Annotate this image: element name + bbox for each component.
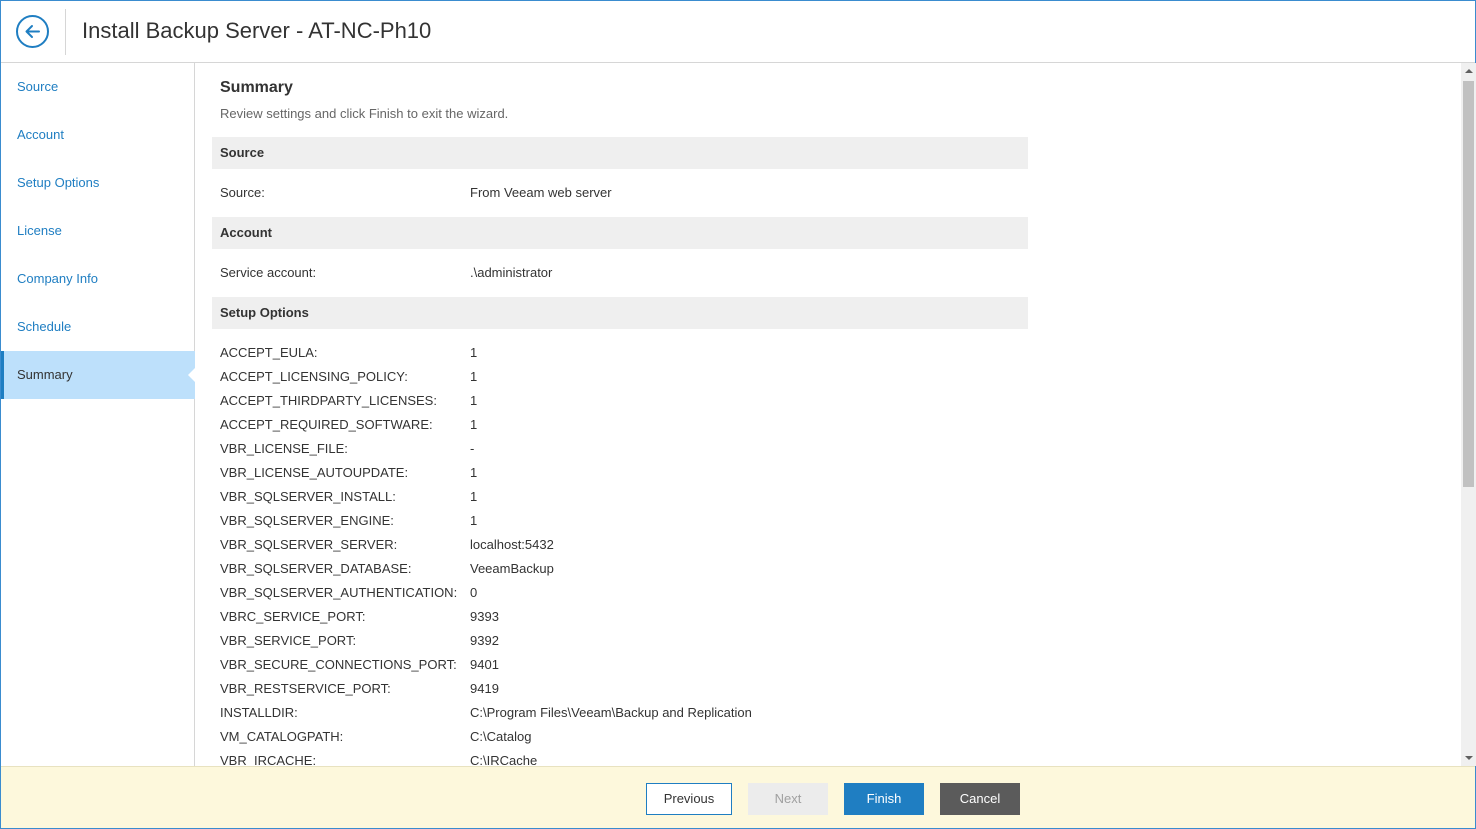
row-value: .\administrator — [470, 265, 553, 280]
wizard-footer: Previous Next Finish Cancel — [1, 766, 1475, 828]
step-setup-options[interactable]: Setup Options — [1, 159, 195, 207]
summary-row: VBR_SQLSERVER_SERVER: localhost:5432 — [220, 533, 1020, 557]
summary-row: VBR_IRCACHE: C:\IRCache — [220, 749, 1020, 766]
summary-content: Summary Review settings and click Finish… — [196, 63, 1461, 766]
header-divider — [65, 9, 66, 55]
row-key: Service account: — [220, 265, 317, 280]
step-schedule[interactable]: Schedule — [1, 303, 195, 351]
row-key: VBR_LICENSE_FILE: — [220, 441, 348, 456]
back-button[interactable] — [16, 15, 49, 48]
row-value: 1 — [470, 513, 478, 528]
summary-row: VBR_SQLSERVER_INSTALL: 1 — [220, 485, 1020, 509]
summary-row: ACCEPT_REQUIRED_SOFTWARE: 1 — [220, 413, 1020, 437]
row-key: VBR_SQLSERVER_AUTHENTICATION: — [220, 585, 458, 600]
summary-row: VM_CATALOGPATH: C:\Catalog — [220, 725, 1020, 749]
row-key: VBR_IRCACHE: — [220, 753, 317, 766]
row-key: ACCEPT_REQUIRED_SOFTWARE: — [220, 417, 433, 432]
summary-row: Service account: .\administrator — [220, 261, 1020, 285]
row-key: VBR_SQLSERVER_DATABASE: — [220, 561, 412, 576]
row-value: 1 — [470, 393, 478, 408]
wizard-steps-sidebar: Source Account Setup Options License Com… — [1, 63, 196, 766]
scroll-down-arrow-icon[interactable] — [1461, 749, 1476, 766]
row-value: 1 — [470, 489, 478, 504]
section-header-account: Account — [212, 217, 1028, 249]
row-key: INSTALLDIR: — [220, 705, 298, 720]
row-key: VBR_SQLSERVER_INSTALL: — [220, 489, 396, 504]
row-value: 1 — [470, 417, 478, 432]
row-value: C:\Program Files\Veeam\Backup and Replic… — [470, 705, 752, 720]
finish-button[interactable]: Finish — [844, 783, 924, 815]
row-key: ACCEPT_LICENSING_POLICY: — [220, 369, 408, 384]
row-key: VBR_RESTSERVICE_PORT: — [220, 681, 391, 696]
row-value: - — [470, 441, 475, 456]
active-step-notch — [188, 367, 196, 383]
row-key: ACCEPT_EULA: — [220, 345, 318, 360]
summary-row: INSTALLDIR: C:\Program Files\Veeam\Backu… — [220, 701, 1020, 725]
summary-row: VBR_LICENSE_AUTOUPDATE: 1 — [220, 461, 1020, 485]
row-value: From Veeam web server — [470, 185, 612, 200]
row-value: C:\IRCache — [470, 753, 538, 766]
summary-row: ACCEPT_EULA: 1 — [220, 341, 1020, 365]
section-header-source: Source — [212, 137, 1028, 169]
page-title: Install Backup Server - AT-NC-Ph10 — [82, 18, 432, 43]
row-value: 0 — [470, 585, 478, 600]
arrow-left-icon — [25, 25, 40, 38]
summary-row: VBRC_SERVICE_PORT: 9393 — [220, 605, 1020, 629]
scrollbar-thumb[interactable] — [1463, 81, 1474, 487]
row-value: 1 — [470, 345, 478, 360]
step-summary[interactable]: Summary — [1, 351, 196, 399]
row-key: VBR_SQLSERVER_ENGINE: — [220, 513, 394, 528]
wizard-window: Install Backup Server - AT-NC-Ph10 Sourc… — [0, 0, 1476, 829]
summary-row: VBR_SERVICE_PORT: 9392 — [220, 629, 1020, 653]
summary-row: VBR_SQLSERVER_AUTHENTICATION: 0 — [220, 581, 1020, 605]
row-key: VM_CATALOGPATH: — [220, 729, 344, 744]
row-key: VBRC_SERVICE_PORT: — [220, 609, 366, 624]
row-value: 1 — [470, 465, 478, 480]
step-source[interactable]: Source — [1, 63, 195, 111]
summary-description: Review settings and click Finish to exit… — [220, 106, 509, 121]
section-header-setup-options: Setup Options — [212, 297, 1028, 329]
vertical-scrollbar[interactable] — [1461, 63, 1476, 766]
summary-row: VBR_LICENSE_FILE: - — [220, 437, 1020, 461]
row-value: 9393 — [470, 609, 499, 624]
row-value: 9401 — [470, 657, 499, 672]
row-value: VeeamBackup — [470, 561, 554, 576]
summary-heading: Summary — [220, 79, 293, 96]
step-company-info[interactable]: Company Info — [1, 255, 195, 303]
row-key: VBR_LICENSE_AUTOUPDATE: — [220, 465, 409, 480]
summary-row: VBR_RESTSERVICE_PORT: 9419 — [220, 677, 1020, 701]
cancel-button[interactable]: Cancel — [940, 783, 1020, 815]
row-key: VBR_SECURE_CONNECTIONS_PORT: — [220, 657, 457, 672]
summary-row: VBR_SQLSERVER_ENGINE: 1 — [220, 509, 1020, 533]
step-account[interactable]: Account — [1, 111, 195, 159]
row-key: VBR_SERVICE_PORT: — [220, 633, 357, 648]
summary-row: ACCEPT_LICENSING_POLICY: 1 — [220, 365, 1020, 389]
step-summary-label: Summary — [17, 367, 73, 382]
row-value: C:\Catalog — [470, 729, 532, 744]
row-key: Source: — [220, 185, 265, 200]
summary-row: VBR_SECURE_CONNECTIONS_PORT: 9401 — [220, 653, 1020, 677]
row-key: VBR_SQLSERVER_SERVER: — [220, 537, 398, 552]
scroll-up-arrow-icon[interactable] — [1461, 63, 1476, 80]
step-license[interactable]: License — [1, 207, 195, 255]
summary-row: VBR_SQLSERVER_DATABASE: VeeamBackup — [220, 557, 1020, 581]
summary-row: ACCEPT_THIRDPARTY_LICENSES: 1 — [220, 389, 1020, 413]
row-value: 9419 — [470, 681, 499, 696]
summary-row: Source: From Veeam web server — [220, 181, 1020, 205]
previous-button[interactable]: Previous — [646, 783, 732, 815]
header: Install Backup Server - AT-NC-Ph10 — [1, 1, 1475, 63]
row-value: 9392 — [470, 633, 499, 648]
row-value: 1 — [470, 369, 478, 384]
row-key: ACCEPT_THIRDPARTY_LICENSES: — [220, 393, 437, 408]
next-button[interactable]: Next — [748, 783, 828, 815]
row-value: localhost:5432 — [470, 537, 554, 552]
